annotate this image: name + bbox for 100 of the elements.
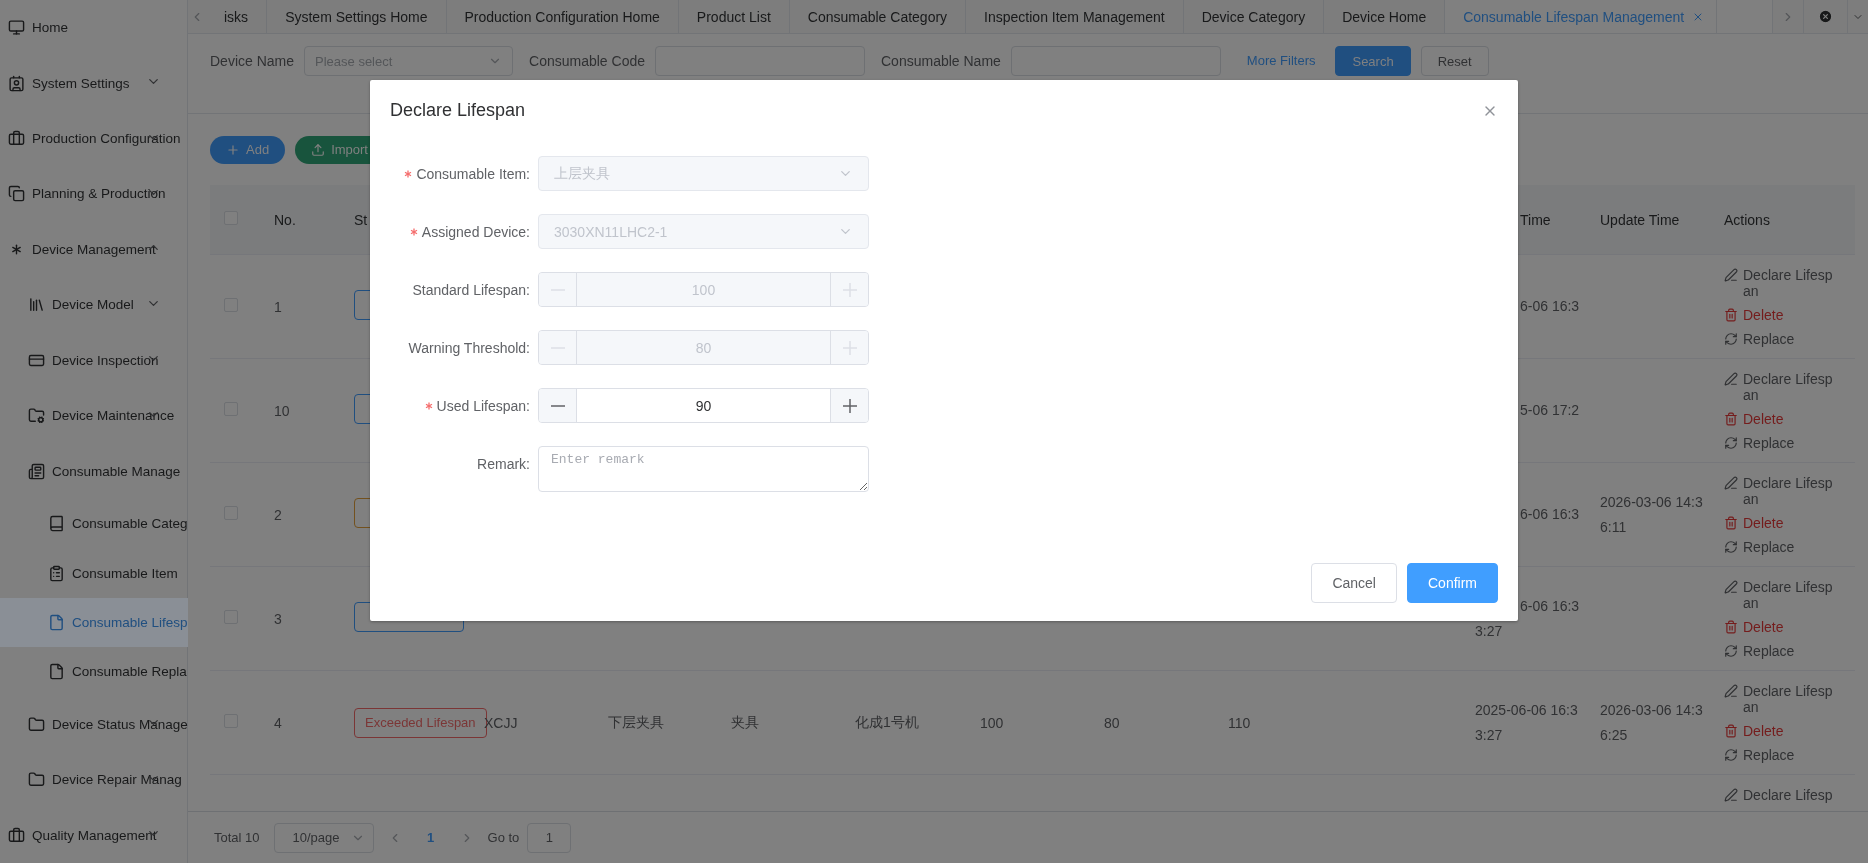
table-cell-text: 5-06 17:2 <box>1519 401 1581 420</box>
folder-gear-icon <box>28 407 45 425</box>
page-number[interactable]: 1 <box>415 830 446 845</box>
number-input[interactable]: 90 <box>538 388 869 423</box>
plus-icon <box>226 142 240 157</box>
monitor-icon <box>8 19 25 37</box>
stacked-squares-icon <box>8 185 25 203</box>
table-cell: 化成1号机 <box>855 714 919 730</box>
add-button[interactable]: Add <box>210 135 286 164</box>
column-header: St <box>354 211 369 228</box>
sidebar-item[interactable]: Production Configuration <box>0 110 187 167</box>
sidebar-item[interactable]: Device Inspection <box>0 332 187 388</box>
table-cell: 1 <box>274 298 282 315</box>
column-header: Time <box>1519 211 1552 228</box>
field-label: Used Lifespan: <box>436 397 530 414</box>
refresh-icon <box>1724 644 1738 658</box>
refresh-icon <box>1724 748 1738 762</box>
total-count: Total 10 <box>214 830 260 845</box>
sidebar-item[interactable]: Device Maintenance <box>0 387 187 444</box>
trash-icon <box>1724 308 1738 322</box>
table-cell-text: 2026-03-06 14:36:25 <box>1600 700 1704 745</box>
bookshelf-icon <box>28 296 45 314</box>
field-label: Consumable Name <box>881 52 1001 71</box>
column-header: No. <box>274 211 297 228</box>
list-icon <box>28 462 45 480</box>
trash-icon <box>1724 620 1738 634</box>
sidebar-item[interactable]: Device Status Manage <box>0 696 187 753</box>
declare-lifespan-link[interactable]: Declare Lifespan <box>1724 579 1855 611</box>
field-label: Device Name <box>210 52 295 71</box>
dialog-title: Declare Lifespan <box>390 100 526 121</box>
delete-link[interactable]: Delete <box>1724 515 1855 531</box>
field-label: Standard Lifespan: <box>412 281 530 298</box>
file-icon <box>48 614 65 631</box>
refresh-icon <box>1724 436 1738 450</box>
delete-link[interactable]: Delete <box>1724 411 1855 427</box>
clipboard-list-icon <box>48 564 65 582</box>
refresh-icon <box>1724 540 1738 554</box>
replace-link[interactable]: Replace <box>1724 435 1855 451</box>
replace-link[interactable]: Replace <box>1724 539 1855 555</box>
pencil-icon <box>1724 268 1738 282</box>
upload-icon <box>311 142 326 157</box>
close-all-icon[interactable] <box>1818 9 1833 24</box>
sidebar-item[interactable]: Device Management <box>0 221 187 278</box>
delete-link[interactable]: Delete <box>1724 619 1855 635</box>
sidebar-item[interactable]: Device Repair Manag <box>0 752 187 808</box>
declare-lifespan-link[interactable]: Declare Lifespan <box>1724 683 1855 715</box>
table-cell-text: 2026-03-06 14:36:11 <box>1600 492 1704 537</box>
pencil-icon <box>1724 788 1738 802</box>
declare-lifespan-link[interactable]: Declare Lifesp <box>1724 787 1855 803</box>
replace-link[interactable]: Replace <box>1724 331 1855 347</box>
table-cell: 2 <box>274 506 282 523</box>
table-cell-text: 2025-06-06 16:33:27 <box>1475 700 1579 745</box>
plus-icon <box>842 398 857 413</box>
declare-lifespan-link[interactable]: Declare Lifespan <box>1724 371 1855 403</box>
replace-link[interactable]: Replace <box>1724 643 1855 659</box>
field-label: Consumable Item: <box>416 165 530 182</box>
sidebar-item[interactable]: Consumable Repla <box>0 647 187 697</box>
goto-input[interactable]: 1 <box>527 822 572 853</box>
trash-icon <box>1724 516 1738 530</box>
briefcase-icon <box>8 826 25 844</box>
table-cell-text: 6-06 16:3 <box>1519 505 1581 524</box>
decrement-button[interactable] <box>539 389 576 422</box>
sidebar-item[interactable]: Planning & Production <box>0 166 187 222</box>
remark-textarea[interactable]: Enter remark <box>538 446 869 492</box>
pencil-icon <box>1724 684 1738 698</box>
delete-link[interactable]: Delete <box>1724 723 1855 739</box>
minus-icon <box>550 404 565 407</box>
sidebar-item[interactable]: Home <box>0 0 187 56</box>
folder-icon <box>28 715 45 733</box>
briefcase-icon <box>8 130 25 148</box>
search-button[interactable]: Search <box>1335 46 1411 76</box>
reset-button[interactable]: Reset <box>1420 46 1489 76</box>
pencil-icon <box>1724 580 1738 594</box>
table-cell-text: 6-06 16:3 <box>1519 297 1581 316</box>
more-filters-link[interactable]: More Filters <box>1246 46 1316 76</box>
replace-link[interactable]: Replace <box>1724 747 1855 763</box>
field-label: Remark: <box>477 455 530 472</box>
table-cell: 80 <box>1104 714 1120 731</box>
declare-lifespan-link[interactable]: Declare Lifespan <box>1724 267 1855 299</box>
sidebar-item[interactable]: Consumable Categ <box>0 498 187 549</box>
column-header: Update Time <box>1600 211 1681 228</box>
page-size-select[interactable]: 10/page <box>273 822 374 853</box>
sidebar-item[interactable]: Consumable Item <box>0 548 187 598</box>
table-cell: 100 <box>980 714 1004 731</box>
sidebar-item[interactable]: Consumable Manage <box>0 443 187 499</box>
increment-button[interactable] <box>831 389 868 422</box>
sidebar-item[interactable]: Consumable Lifesp <box>0 597 188 648</box>
sidebar-item[interactable]: System Settings <box>0 55 187 111</box>
field-label: Warning Threshold: <box>408 339 530 356</box>
declare-lifespan-link[interactable]: Declare Lifespan <box>1724 475 1855 507</box>
file-icon <box>48 663 65 681</box>
refresh-icon <box>1724 332 1738 346</box>
pencil-icon <box>1724 372 1738 386</box>
cancel-button[interactable]: Cancel <box>1311 563 1397 603</box>
table-cell: 夹具 <box>731 714 759 730</box>
sidebar-item[interactable]: Device Model <box>0 277 187 333</box>
sidebar-item[interactable]: Quality Management <box>0 807 187 863</box>
confirm-button[interactable]: Confirm <box>1407 563 1498 603</box>
delete-link[interactable]: Delete <box>1724 307 1855 323</box>
field-label: Consumable Code <box>529 52 645 71</box>
